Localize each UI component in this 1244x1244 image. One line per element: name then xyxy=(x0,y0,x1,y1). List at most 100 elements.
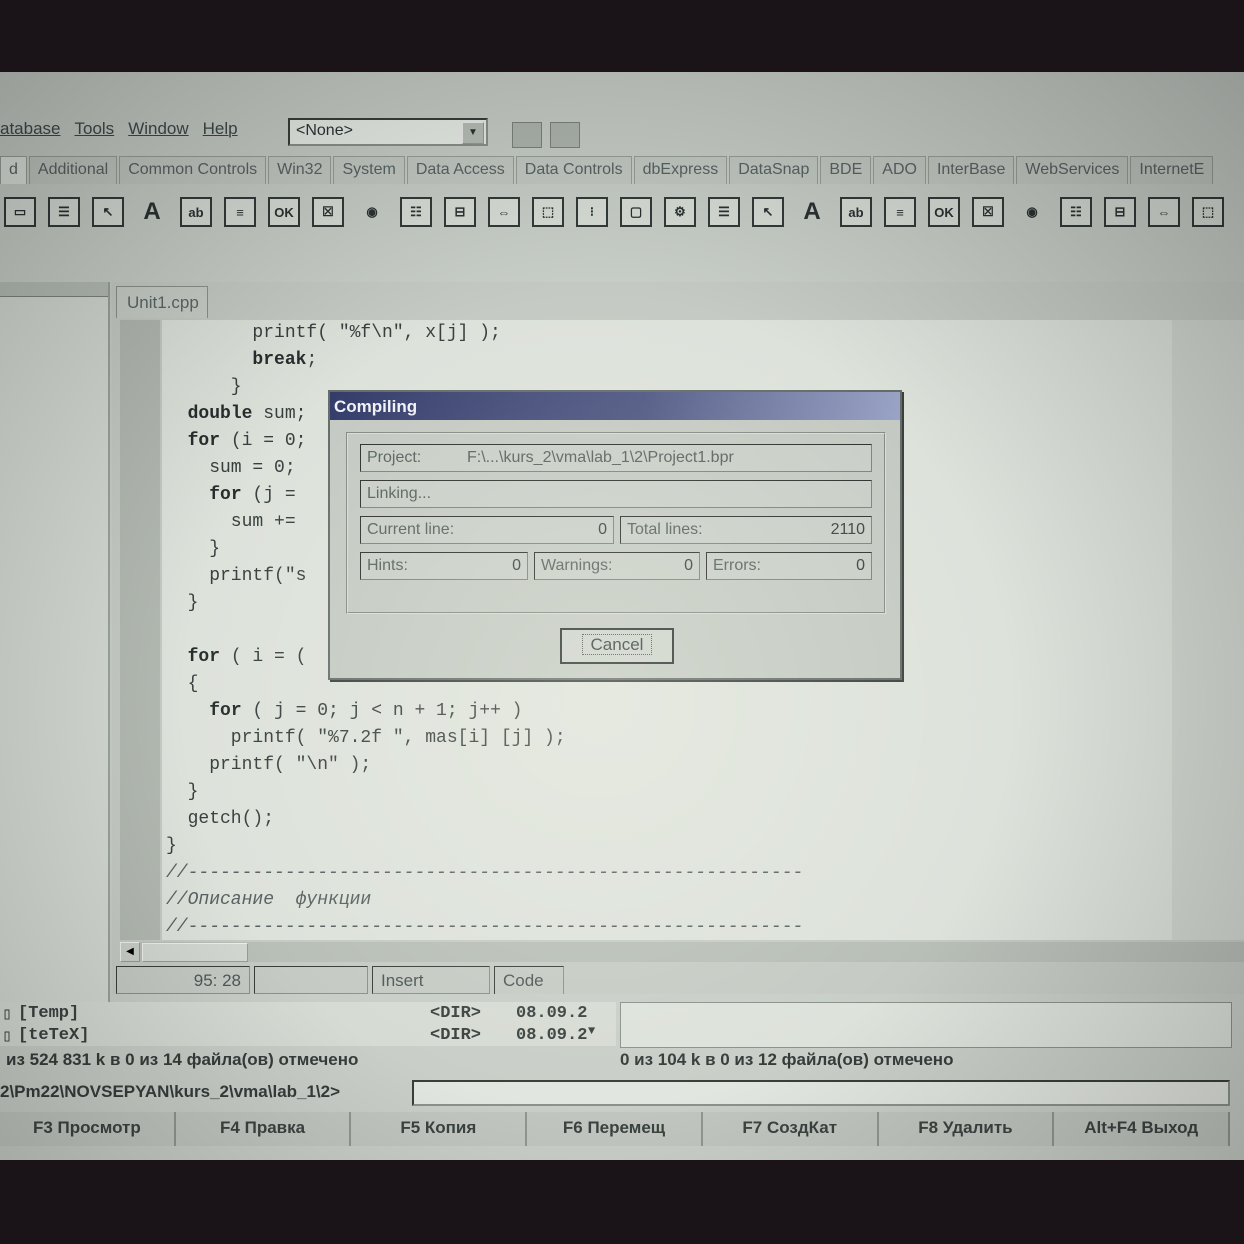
horizontal-scrollbar[interactable]: ◀ xyxy=(120,942,1244,962)
scroll-thumb[interactable] xyxy=(142,943,248,962)
groupbox-icon[interactable]: ⬚ xyxy=(532,197,564,227)
scrollbar-icon[interactable]: ⇔ xyxy=(1148,197,1180,227)
f5-copy-button[interactable]: F5 Копия xyxy=(351,1112,528,1146)
cursor-position: 95: 28 xyxy=(116,966,250,994)
label-icon[interactable]: A xyxy=(796,197,828,227)
popupmenu-icon[interactable]: ↖ xyxy=(752,197,784,227)
file-list-left[interactable]: ▯ [Temp] <DIR> 08.09.2 ▯ [teTeX] <DIR> 0… xyxy=(0,1002,616,1048)
tab-datasnap[interactable]: DataSnap xyxy=(729,156,819,184)
tab-win32[interactable]: Win32 xyxy=(268,156,332,184)
checkbox-icon[interactable]: ☒ xyxy=(972,197,1004,227)
code-line[interactable]: break; xyxy=(166,350,317,370)
tab-code[interactable]: Code xyxy=(494,966,564,994)
chevron-down-icon[interactable]: ▼ xyxy=(462,122,484,144)
tab-data-access[interactable]: Data Access xyxy=(406,156,514,184)
label-icon[interactable]: A xyxy=(136,197,168,227)
code-line[interactable]: double sum; xyxy=(166,404,307,424)
f4-edit-button[interactable]: F4 Правка xyxy=(176,1112,352,1146)
code-line[interactable]: sum = 0; xyxy=(166,458,295,478)
frame-icon[interactable]: ▭ xyxy=(4,197,36,227)
open-project-button[interactable] xyxy=(512,122,542,148)
tab-system[interactable]: System xyxy=(333,156,405,184)
file-list-right[interactable] xyxy=(620,1002,1232,1048)
tab-bde[interactable]: BDE xyxy=(820,156,872,184)
warnings-field: Warnings: 0 xyxy=(534,552,700,580)
mainmenu-icon[interactable]: ☰ xyxy=(48,197,80,227)
popupmenu-icon[interactable]: ↖ xyxy=(92,197,124,227)
actionlist-icon[interactable]: ⚙ xyxy=(664,197,696,227)
listbox-icon[interactable]: ☷ xyxy=(1060,197,1092,227)
code-line[interactable]: sum += xyxy=(166,512,296,532)
tab-standard[interactable]: d xyxy=(0,156,27,184)
radiogroup-icon[interactable]: ⁝ xyxy=(576,197,608,227)
code-line[interactable]: } xyxy=(166,836,177,856)
tab-ado[interactable]: ADO xyxy=(873,156,926,184)
code-line[interactable]: { xyxy=(166,674,199,694)
command-input[interactable] xyxy=(412,1080,1230,1106)
radiobutton-icon[interactable]: ◉ xyxy=(1016,197,1048,227)
code-line[interactable]: } xyxy=(166,377,242,397)
tab-dbexpress[interactable]: dbExpress xyxy=(633,156,728,184)
save-all-button[interactable] xyxy=(550,122,580,148)
code-line[interactable]: printf( "\n" ); xyxy=(166,755,371,775)
code-line[interactable]: printf("s xyxy=(166,566,306,586)
listbox-icon[interactable]: ☷ xyxy=(400,197,432,227)
alt-f4-exit-button[interactable]: Alt+F4 Выход xyxy=(1054,1112,1231,1146)
code-line[interactable]: } xyxy=(166,782,199,802)
code-line[interactable]: printf( "%7.2f ", mas[i] [j] ); xyxy=(166,728,566,748)
tab-internet[interactable]: InternetE xyxy=(1130,156,1214,184)
button-icon[interactable]: OK xyxy=(928,197,960,227)
code-line[interactable]: for (j = xyxy=(166,485,295,505)
combobox-icon[interactable]: ⊟ xyxy=(444,197,476,227)
insert-mode: Insert xyxy=(372,966,490,994)
code-line[interactable]: getch(); xyxy=(166,809,274,829)
scrollbar-icon[interactable]: ⇔ xyxy=(488,197,520,227)
file-name: [teTeX] xyxy=(18,1026,90,1045)
code-line[interactable]: for ( i = ( xyxy=(166,647,307,667)
tab-webservices[interactable]: WebServices xyxy=(1016,156,1129,184)
f6-move-button[interactable]: F6 Перемещ xyxy=(527,1112,703,1146)
combobox-icon[interactable]: ⊟ xyxy=(1104,197,1136,227)
menu-tools[interactable]: Tools xyxy=(75,119,115,139)
code-line[interactable]: //--------------------------------------… xyxy=(166,917,803,937)
f3-view-button[interactable]: F3 Просмотр xyxy=(0,1112,176,1146)
edit-icon[interactable]: ab xyxy=(840,197,872,227)
file-name: [Temp] xyxy=(18,1004,80,1023)
code-line[interactable]: //Описание функции xyxy=(166,890,371,910)
right-panel-info: 0 из 104 k в 0 из 12 файла(ов) отмечено xyxy=(620,1050,954,1069)
code-line[interactable]: for (i = 0; xyxy=(166,431,307,451)
radiobutton-icon[interactable]: ◉ xyxy=(356,197,388,227)
tab-interbase[interactable]: InterBase xyxy=(927,156,1015,184)
list-item[interactable]: ▯ [teTeX] <DIR> 08.09.2 ▼ xyxy=(0,1024,616,1048)
scroll-left-icon[interactable]: ◀ xyxy=(120,942,140,962)
menu-window[interactable]: Window xyxy=(128,119,188,139)
menu-database[interactable]: atabase xyxy=(0,119,61,139)
cancel-button[interactable]: Cancel xyxy=(560,628,674,664)
code-line[interactable]: //--------------------------------------… xyxy=(166,863,803,883)
component-combo[interactable]: <None> ▼ xyxy=(288,118,488,146)
class-explorer-pane[interactable] xyxy=(0,282,110,1002)
list-item[interactable]: ▯ [Temp] <DIR> 08.09.2 xyxy=(0,1004,616,1026)
code-line[interactable]: } xyxy=(166,593,199,613)
f7-mkdir-button[interactable]: F7 СоздКат xyxy=(703,1112,879,1146)
tab-additional[interactable]: Additional xyxy=(28,156,118,184)
editor-gutter[interactable] xyxy=(120,320,160,940)
groupbox-icon[interactable]: ⬚ xyxy=(1192,197,1224,227)
menu-help[interactable]: Help xyxy=(203,119,238,139)
code-line[interactable]: } xyxy=(166,539,220,559)
function-key-bar: F3 Просмотр F4 Правка F5 Копия F6 Переме… xyxy=(0,1112,1231,1146)
tab-common-controls[interactable]: Common Controls xyxy=(119,156,267,184)
code-line[interactable]: for ( j = 0; j < n + 1; j++ ) xyxy=(166,701,522,721)
f8-delete-button[interactable]: F8 Удалить xyxy=(879,1112,1055,1146)
memo-icon[interactable]: ≡ xyxy=(224,197,256,227)
mainmenu-icon[interactable]: ☰ xyxy=(708,197,740,227)
button-icon[interactable]: OK xyxy=(268,197,300,227)
checkbox-icon[interactable]: ☒ xyxy=(312,197,344,227)
code-line[interactable]: printf( "%f\n", x[j] ); xyxy=(166,323,500,343)
panel-icon[interactable]: ▢ xyxy=(620,197,652,227)
tab-data-controls[interactable]: Data Controls xyxy=(515,156,632,184)
memo-icon[interactable]: ≡ xyxy=(884,197,916,227)
scroll-down-icon[interactable]: ▼ xyxy=(588,1024,595,1038)
edit-icon[interactable]: ab xyxy=(180,197,212,227)
tab-unit1-cpp[interactable]: Unit1.cpp xyxy=(116,286,208,318)
